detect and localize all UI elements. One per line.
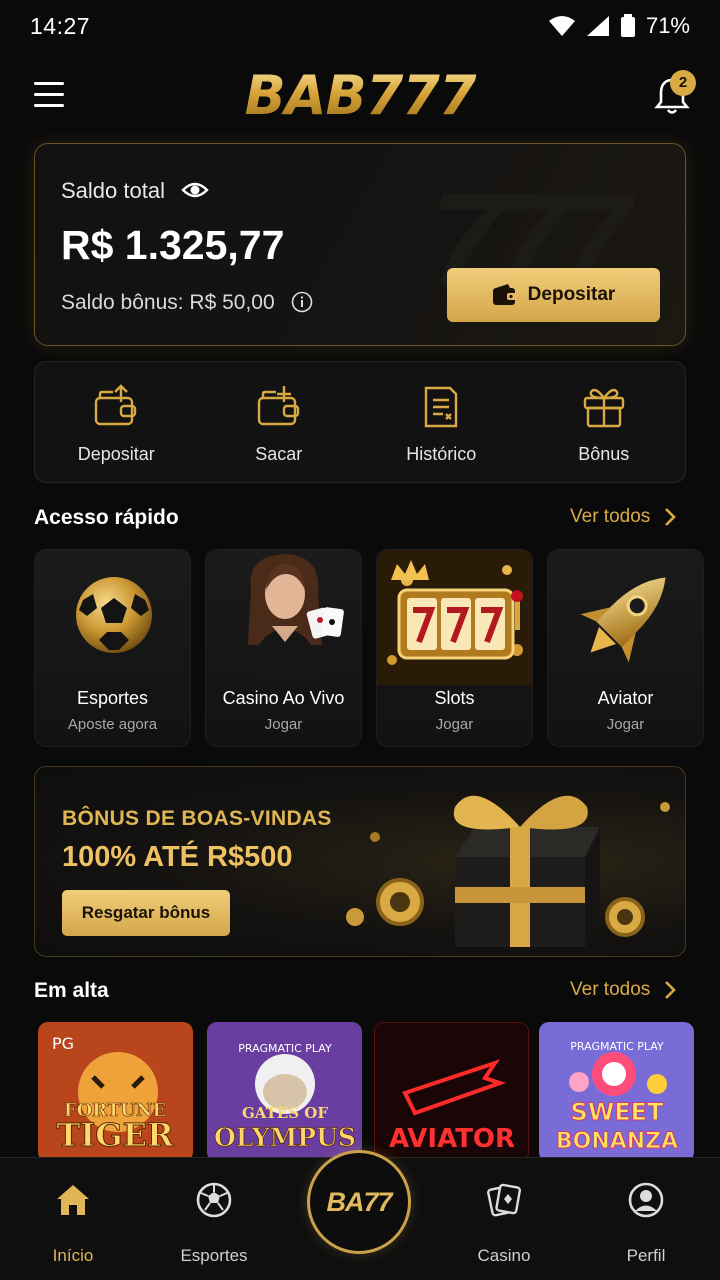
user-icon — [628, 1182, 664, 1218]
game-title-bottom: OLYMPUS — [214, 1123, 356, 1152]
rocket-icon — [580, 577, 666, 663]
wifi-icon — [548, 16, 575, 36]
quick-access-row: Esportes Aposte agora Casino Ao Vivo Jog… — [34, 549, 720, 747]
game-sweet-bonanza[interactable]: PRAGMATIC PLAY SWEET BONANZA — [539, 1022, 694, 1162]
nav-home[interactable]: Início — [13, 1180, 133, 1266]
game-title-top: SWEET — [571, 1098, 665, 1126]
history-icon — [425, 386, 458, 428]
balance-label: Saldo total — [61, 178, 165, 203]
claim-bonus-button[interactable]: Resgatar bônus — [62, 890, 230, 936]
balance-amount: R$ 1.325,77 — [61, 222, 285, 268]
action-label: Bônus — [578, 444, 630, 464]
wallet-in-icon — [95, 384, 137, 426]
menu-icon — [34, 82, 64, 85]
game-thumbnail: AVIATOR — [375, 1023, 528, 1161]
action-bonus[interactable]: Bônus — [523, 362, 686, 482]
nav-label: Perfil — [626, 1246, 666, 1265]
deposit-button-label: Depositar — [527, 284, 616, 305]
game-title-bottom: BONANZA — [556, 1129, 678, 1154]
slot-machine-image — [377, 550, 532, 685]
game-thumbnail: PRAGMATIC PLAY GATES OF OLYMPUS — [207, 1022, 362, 1162]
cards-icon — [487, 1183, 522, 1217]
notification-badge: 2 — [670, 70, 696, 96]
nav-label: Início — [52, 1246, 94, 1265]
tile-title: Aviator — [597, 688, 654, 708]
game-aviator[interactable]: AVIATOR — [374, 1022, 529, 1162]
home-icon — [57, 1185, 89, 1215]
chevron-right-icon — [665, 981, 677, 999]
quick-access-title: Acesso rápido — [34, 506, 179, 529]
soccer-ball-icon — [76, 577, 152, 653]
gift-icon — [583, 388, 624, 428]
trending-title: Em alta — [34, 979, 109, 1002]
promo-subtitle: 100% ATÉ R$500 — [62, 841, 293, 873]
game-gates-of-olympus[interactable]: PRAGMATIC PLAY GATES OF OLYMPUS — [207, 1022, 362, 1162]
action-label: Histórico — [406, 444, 477, 464]
game-title-top: GATES OF — [242, 1104, 328, 1122]
game-provider: PRAGMATIC PLAY — [570, 1040, 664, 1053]
action-withdraw[interactable]: Sacar — [198, 362, 361, 482]
center-home-button[interactable]: BA77 — [307, 1150, 411, 1254]
tile-subtitle: Aposte agora — [67, 716, 158, 733]
quick-actions: Depositar Sacar Histórico Bônus — [34, 361, 686, 483]
wallet-out-icon — [257, 386, 299, 426]
tile-aviator[interactable]: Aviator Jogar — [547, 549, 704, 747]
tile-subtitle: Jogar — [264, 716, 303, 733]
quick-access-see-all[interactable]: Ver todos — [570, 506, 677, 528]
promo-title: BÔNUS DE BOAS-VINDAS — [62, 807, 332, 830]
signal-icon — [586, 16, 609, 36]
tile-title: Casino Ao Vivo — [222, 688, 345, 708]
nav-casino[interactable]: Casino — [444, 1180, 564, 1266]
soccer-ball-icon — [196, 1182, 232, 1218]
action-deposit[interactable]: Depositar — [35, 362, 198, 482]
action-history[interactable]: Histórico — [360, 362, 523, 482]
bottom-nav: Início Esportes BA77 Casino Perfil — [0, 1150, 720, 1280]
center-logo: BA77 — [326, 1186, 392, 1217]
nav-sports[interactable]: Esportes — [154, 1180, 274, 1266]
welcome-bonus-banner[interactable]: BÔNUS DE BOAS-VINDAS 100% ATÉ R$500 Resg… — [34, 766, 686, 957]
tile-title: Slots — [434, 688, 475, 708]
live-dealer-image — [248, 554, 344, 685]
nav-label: Casino — [477, 1246, 531, 1265]
nav-profile[interactable]: Perfil — [586, 1180, 706, 1266]
action-label: Sacar — [255, 444, 303, 464]
action-label: Depositar — [77, 444, 155, 464]
battery-icon — [620, 14, 635, 37]
trending-see-all[interactable]: Ver todos — [570, 979, 677, 1001]
tile-title: Esportes — [76, 688, 149, 708]
battery-percent: 71% — [645, 13, 690, 38]
balance-card: 777 Saldo total R$ 1.325,77 Saldo bônus:… — [34, 143, 686, 346]
wallet-icon — [492, 284, 517, 305]
tile-subtitle: Jogar — [435, 716, 474, 733]
tile-sports[interactable]: Esportes Aposte agora — [34, 549, 191, 747]
game-thumbnail: PRAGMATIC PLAY SWEET BONANZA — [539, 1022, 694, 1162]
status-indicators: 71% — [548, 13, 690, 39]
gift-box-image — [346, 795, 670, 947]
tile-slots[interactable]: Slots Jogar — [376, 549, 533, 747]
menu-button[interactable] — [34, 82, 66, 108]
app-header: BAB777 — [0, 60, 720, 130]
tile-live-casino[interactable]: Casino Ao Vivo Jogar — [205, 549, 362, 747]
nav-label: Esportes — [180, 1246, 248, 1265]
app-logo: BAB777 — [200, 64, 520, 127]
game-thumbnail: PG FORTUNE TIGER — [38, 1022, 193, 1162]
game-title-bottom: AVIATOR — [389, 1124, 515, 1154]
eye-icon[interactable] — [181, 178, 209, 202]
bonus-balance: Saldo bônus: R$ 50,00 — [61, 291, 275, 314]
info-icon[interactable] — [291, 291, 313, 313]
see-all-label: Ver todos — [570, 506, 651, 527]
status-bar: 14:27 71% — [0, 0, 720, 52]
see-all-label: Ver todos — [570, 979, 651, 1000]
status-time: 14:27 — [30, 12, 91, 39]
deposit-button[interactable]: Depositar — [447, 268, 660, 322]
game-title-bottom: TIGER — [56, 1116, 174, 1154]
game-provider: PG — [52, 1034, 74, 1053]
tile-subtitle: Jogar — [606, 716, 645, 733]
game-fortune-tiger[interactable]: PG FORTUNE TIGER — [38, 1022, 193, 1162]
game-provider: PRAGMATIC PLAY — [238, 1042, 332, 1055]
chevron-right-icon — [665, 508, 677, 526]
trending-games-row: PG FORTUNE TIGER PRAGMATIC PLAY GATES OF… — [38, 1022, 720, 1162]
